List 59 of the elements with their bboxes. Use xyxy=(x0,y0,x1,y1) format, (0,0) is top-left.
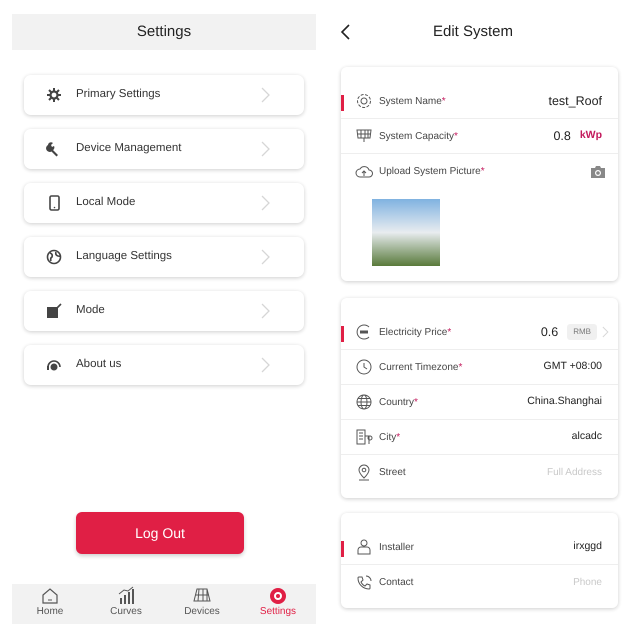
required-asterisk: * xyxy=(396,430,400,444)
required-asterisk: * xyxy=(414,396,418,410)
back-icon xyxy=(340,23,352,41)
globe-icon xyxy=(355,393,373,411)
globe-icon xyxy=(46,249,62,265)
building-icon xyxy=(355,428,373,446)
menu-item[interactable]: Local Mode xyxy=(24,183,304,223)
field-label: System Capacity xyxy=(379,130,454,144)
field-label: Street xyxy=(379,466,406,480)
field-label: Electricity Price xyxy=(379,326,448,340)
field-label: Contact xyxy=(379,576,414,590)
required-asterisk: * xyxy=(458,360,462,374)
menu-label: About us xyxy=(76,357,122,372)
menu-item[interactable]: Device Management xyxy=(24,129,304,169)
field-value: alcadc xyxy=(572,429,602,444)
screen-title: Settings xyxy=(12,14,316,50)
field-label: Current Timezone xyxy=(379,360,458,374)
field-label: System Name xyxy=(379,94,442,108)
menu-item[interactable]: Mode xyxy=(24,291,304,331)
worker-icon xyxy=(355,538,373,556)
camera-icon xyxy=(590,164,606,179)
phone-call-icon xyxy=(355,574,373,592)
nav-tab[interactable]: Curves xyxy=(88,584,164,624)
nav-tab[interactable]: Settings xyxy=(240,584,316,624)
field-label: City xyxy=(379,430,396,444)
clock-icon xyxy=(355,358,373,376)
required-asterisk: * xyxy=(454,130,458,144)
field-label: Upload System Picture xyxy=(379,165,481,179)
menu-item[interactable]: Language Settings xyxy=(24,237,304,277)
menu-label: Local Mode xyxy=(76,195,136,210)
photo-placeholder xyxy=(372,199,440,266)
edit-icon xyxy=(46,303,62,319)
field-value: GMT +08:00 xyxy=(544,359,602,374)
field-value: test_Roof xyxy=(548,92,602,110)
phone-icon xyxy=(46,195,62,211)
unit-badge[interactable]: RMB xyxy=(567,324,597,340)
menu-item[interactable]: About us xyxy=(24,345,304,385)
field-value: 0.8 xyxy=(553,128,571,145)
required-asterisk: * xyxy=(480,165,485,179)
field-value: China.Shanghai xyxy=(527,394,602,410)
logout-button[interactable]: Log Out xyxy=(76,512,244,554)
required-asterisk: * xyxy=(442,94,446,108)
bar-chart-icon xyxy=(116,586,136,606)
screen-title: Edit System xyxy=(432,22,514,42)
menu-label: Mode xyxy=(76,303,106,318)
solar-panel-icon xyxy=(355,127,373,145)
home-icon xyxy=(40,586,60,606)
field-value: 0.6 xyxy=(540,324,558,341)
field-value: irxggd xyxy=(573,539,602,554)
menu-label: Language Settings xyxy=(76,249,173,264)
field-label: Installer xyxy=(379,540,414,554)
unit-label: kWp xyxy=(580,128,602,144)
nav-tab[interactable]: Home xyxy=(12,584,88,624)
nav-tab[interactable]: Devices xyxy=(164,584,240,624)
required-asterisk: * xyxy=(447,326,452,340)
field-label: Country xyxy=(379,396,414,410)
menu-label: Device Management xyxy=(76,141,182,156)
menu-label: Primary Settings xyxy=(76,87,162,102)
menu-item[interactable]: Primary Settings xyxy=(24,75,304,115)
